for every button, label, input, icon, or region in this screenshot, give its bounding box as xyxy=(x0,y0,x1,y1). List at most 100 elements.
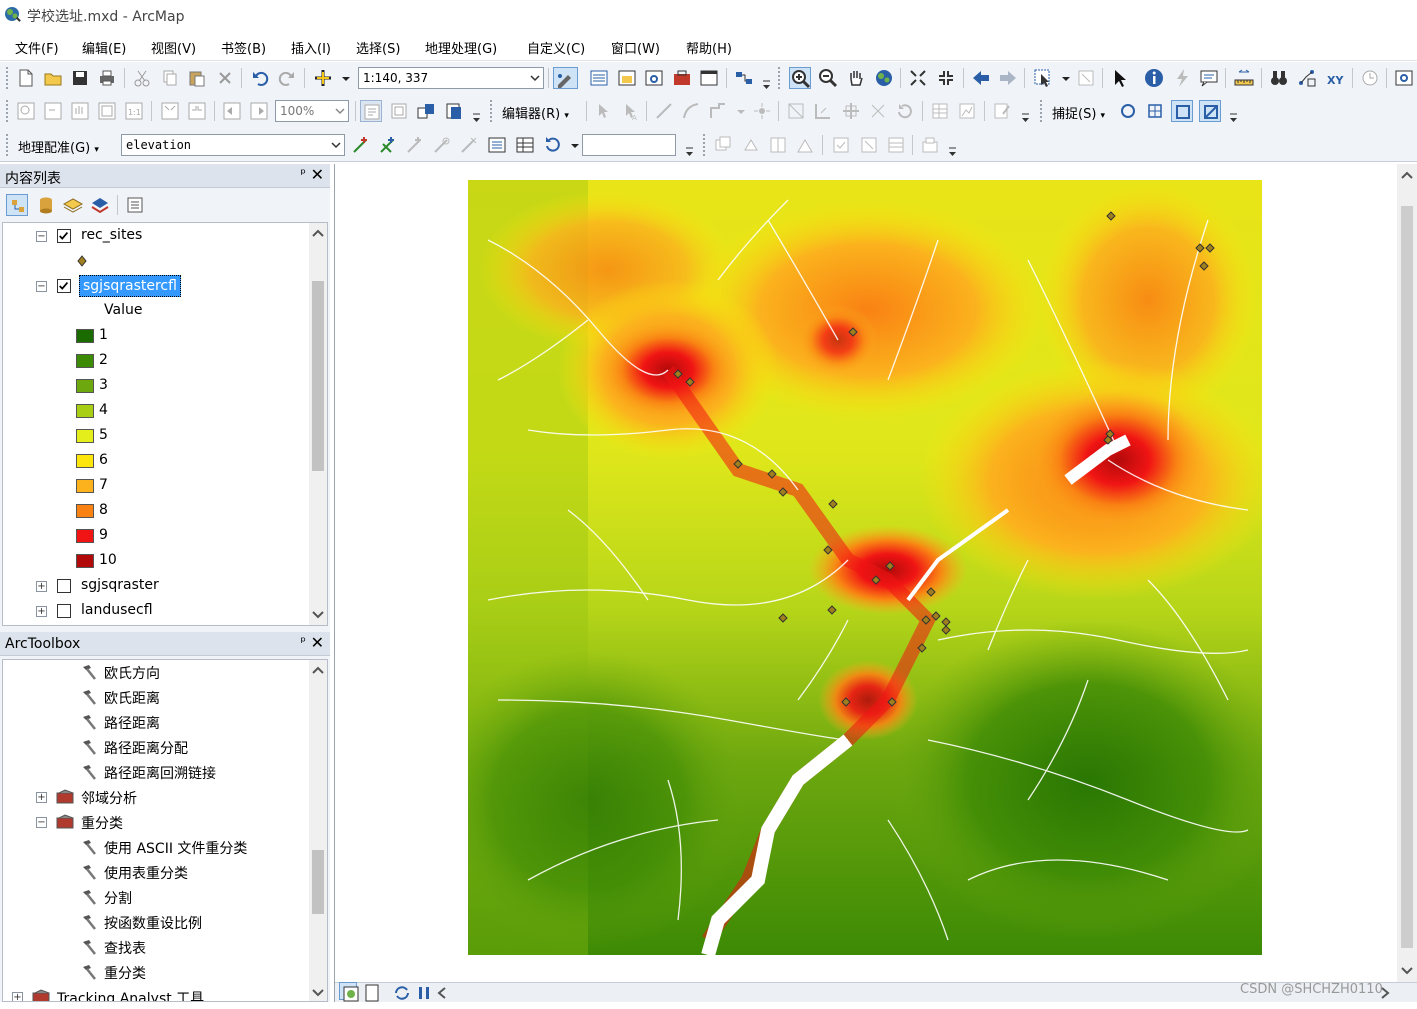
menu-insert[interactable]: 插入(I) xyxy=(291,38,331,57)
toolbox-tool-item[interactable]: 使用表重分类 xyxy=(3,861,303,883)
select-link-icon[interactable] xyxy=(404,134,426,156)
layer-row-sgjsqraster[interactable]: + sgjsqraster xyxy=(3,575,303,597)
layout-forward-icon[interactable] xyxy=(248,100,270,122)
save-icon[interactable] xyxy=(69,67,91,89)
trace-icon[interactable] xyxy=(707,100,729,122)
topology-validate-icon[interactable] xyxy=(830,134,852,156)
topology-construct-icon[interactable] xyxy=(794,134,816,156)
list-by-visibility-icon[interactable] xyxy=(62,194,84,216)
edit-tool-icon[interactable] xyxy=(592,100,614,122)
toolbar-overflow-icon[interactable] xyxy=(1229,109,1238,125)
sketch-properties-icon[interactable] xyxy=(956,100,978,122)
toolbar-overflow-icon[interactable] xyxy=(472,109,481,125)
collapse-icon[interactable]: − xyxy=(36,281,47,292)
toolbox-tool-item[interactable]: 按函数重设比例 xyxy=(3,911,303,933)
arctoolbox-icon[interactable] xyxy=(671,67,693,89)
layer-visibility-checkbox[interactable] xyxy=(57,579,71,593)
layout-fixed-zoom-in-icon[interactable] xyxy=(159,100,181,122)
toolbox-scrollbar[interactable] xyxy=(309,660,327,1001)
list-by-drawing-order-icon[interactable] xyxy=(6,194,28,216)
layout-zoom-combo[interactable]: 100% xyxy=(275,100,349,122)
scroll-right-icon[interactable] xyxy=(1380,987,1390,999)
hyperlink-lightning-icon[interactable] xyxy=(1171,67,1193,89)
layout-zoom-in-icon[interactable] xyxy=(15,100,37,122)
pause-drawing-icon[interactable] xyxy=(413,982,431,1000)
go-to-xy-icon[interactable]: XY xyxy=(1324,67,1346,89)
toc-scrollbar[interactable] xyxy=(309,223,327,625)
expand-icon[interactable]: + xyxy=(12,992,23,1001)
find-binoculars-icon[interactable] xyxy=(1268,67,1290,89)
fixed-zoom-out-icon[interactable] xyxy=(935,67,957,89)
print-icon[interactable] xyxy=(96,67,118,89)
cut-polygons-icon[interactable] xyxy=(840,100,862,122)
rotate-dropdown-icon[interactable] xyxy=(564,134,579,156)
refresh-icon[interactable] xyxy=(391,982,409,1000)
end-point-arc-icon[interactable] xyxy=(680,100,702,122)
georeferencing-menu[interactable]: 地理配准(G) ▾ xyxy=(18,137,99,156)
measure-ruler-icon[interactable] xyxy=(1233,67,1255,89)
catalog-window-icon[interactable] xyxy=(616,67,638,89)
edge-snapping-icon[interactable] xyxy=(1199,100,1221,122)
scroll-up-icon[interactable] xyxy=(1401,170,1413,180)
scroll-thumb[interactable] xyxy=(312,850,324,914)
select-features-icon[interactable] xyxy=(1032,67,1054,89)
attributes-icon[interactable] xyxy=(929,100,951,122)
delete-link-icon[interactable] xyxy=(458,134,480,156)
zoom-in-icon[interactable] xyxy=(789,67,811,89)
menu-file[interactable]: 文件(F) xyxy=(15,38,59,57)
map-view[interactable]: CSDN @SHCHZH0110 xyxy=(334,164,1417,1002)
layer-visibility-checkbox[interactable] xyxy=(57,279,71,293)
split-tool-icon[interactable] xyxy=(867,100,889,122)
expand-icon[interactable]: + xyxy=(36,606,47,617)
topology-fix-icon[interactable] xyxy=(858,134,880,156)
undo-icon[interactable] xyxy=(249,67,271,89)
create-viewer-window-icon[interactable] xyxy=(1393,67,1415,89)
menu-view[interactable]: 视图(V) xyxy=(151,38,196,57)
zoom-out-icon[interactable] xyxy=(817,67,839,89)
georeferencing-layer-combo[interactable]: elevation xyxy=(121,134,345,156)
layout-pan-icon[interactable] xyxy=(69,100,91,122)
focus-data-frame-icon[interactable] xyxy=(388,100,410,122)
add-data-icon[interactable] xyxy=(312,67,334,89)
rotate-tool-icon[interactable] xyxy=(894,100,916,122)
toolbox-tool-item[interactable]: 路径距离分配 xyxy=(3,736,303,758)
scroll-down-icon[interactable] xyxy=(312,610,324,620)
edit-vertices-icon[interactable] xyxy=(785,100,807,122)
layout-back-icon[interactable] xyxy=(221,100,243,122)
model-builder-icon[interactable] xyxy=(733,67,755,89)
html-popup-icon[interactable] xyxy=(1198,67,1220,89)
toolbar-overflow-icon[interactable] xyxy=(762,76,771,92)
zoom-to-selected-link-icon[interactable] xyxy=(431,134,453,156)
topology-share-icon[interactable] xyxy=(767,134,789,156)
zoom-whole-page-icon[interactable] xyxy=(96,100,118,122)
create-features-icon[interactable] xyxy=(991,100,1013,122)
toolbar-grip[interactable] xyxy=(703,134,707,156)
menu-help[interactable]: 帮助(H) xyxy=(686,38,732,57)
map-vertical-scrollbar[interactable] xyxy=(1397,164,1417,982)
topology-edit-icon[interactable] xyxy=(740,134,762,156)
topology-inspector-icon[interactable] xyxy=(919,134,941,156)
table-of-contents-icon[interactable] xyxy=(588,67,610,89)
select-dropdown-icon[interactable] xyxy=(1055,67,1070,89)
close-icon[interactable]: ✕ xyxy=(311,165,324,184)
snapping-menu[interactable]: 捕捉(S) ▾ xyxy=(1052,103,1105,122)
collapse-icon[interactable]: − xyxy=(36,231,47,242)
toolbar-grip[interactable] xyxy=(6,134,10,156)
toolbar-grip[interactable] xyxy=(1040,100,1044,122)
toolbar-grip[interactable] xyxy=(490,100,494,122)
toolbox-item[interactable]: + Tracking Analyst 工具 xyxy=(3,986,303,1001)
clear-selection-icon[interactable] xyxy=(1075,67,1097,89)
scroll-left-icon[interactable] xyxy=(437,987,447,999)
toolbox-tool-item[interactable]: 路径距离回溯链接 xyxy=(3,761,303,783)
menu-selection[interactable]: 选择(S) xyxy=(356,38,400,57)
paste-icon[interactable] xyxy=(186,67,208,89)
toolbox-tool-item[interactable]: 重分类 xyxy=(3,961,303,983)
rotation-input[interactable] xyxy=(582,134,676,156)
raster-map-image[interactable] xyxy=(468,180,1262,955)
viewer-icon[interactable] xyxy=(486,134,508,156)
list-by-selection-icon[interactable] xyxy=(89,194,111,216)
toolbox-tool-item[interactable]: 欧氏方向 xyxy=(3,661,303,683)
layer-visibility-checkbox[interactable] xyxy=(57,604,71,618)
list-by-source-icon[interactable] xyxy=(35,194,57,216)
scroll-up-icon[interactable] xyxy=(312,665,324,675)
